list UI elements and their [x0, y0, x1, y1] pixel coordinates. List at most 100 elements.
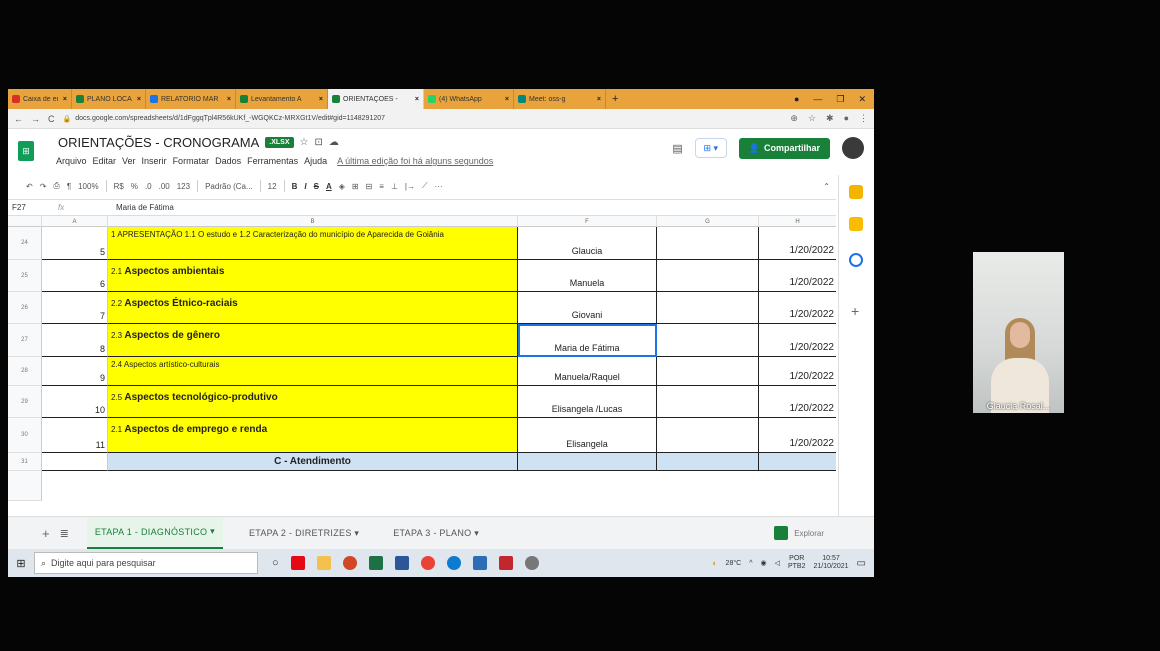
- more-icon[interactable]: ···: [435, 182, 443, 191]
- row-header[interactable]: 26: [8, 292, 42, 324]
- cell-number[interactable]: 9: [42, 357, 108, 386]
- wrap-icon[interactable]: |→: [405, 182, 415, 191]
- new-tab-button[interactable]: +: [606, 93, 624, 105]
- increase-decimal-button[interactable]: .00: [159, 182, 170, 191]
- cell-topic[interactable]: 2.1 Aspectos ambientais: [108, 260, 518, 292]
- row-header[interactable]: 31: [8, 453, 42, 471]
- cell-empty[interactable]: [657, 418, 759, 453]
- redo-icon[interactable]: ↷: [40, 182, 47, 191]
- comment-history-icon[interactable]: ▤: [672, 142, 682, 155]
- last-edit-link[interactable]: A última edição foi há alguns segundos: [337, 156, 493, 166]
- italic-icon[interactable]: I: [304, 182, 306, 191]
- minimize-icon[interactable]: —: [813, 94, 822, 105]
- present-button[interactable]: ⊞ ▾: [694, 138, 727, 158]
- browser-menu-icon[interactable]: ⋮: [859, 113, 868, 124]
- text-color-icon[interactable]: A: [326, 182, 332, 191]
- merge-cells-icon[interactable]: ⊟: [366, 182, 373, 191]
- cell-topic[interactable]: 2.5 Aspectos tecnológico-produtivo: [108, 386, 518, 418]
- cell-number[interactable]: 10: [42, 386, 108, 418]
- cell-topic[interactable]: 2.4 Aspectos artístico-culturais: [108, 357, 518, 386]
- cell-topic[interactable]: 1 APRESENTAÇÃO 1.1 O estudo e 1.2 Caract…: [108, 227, 518, 260]
- cell-topic[interactable]: 2.2 Aspectos Étnico-raciais: [108, 292, 518, 324]
- print-icon[interactable]: ⎙: [53, 181, 59, 191]
- bold-icon[interactable]: B: [292, 182, 298, 191]
- cell-date[interactable]: 1/20/2022: [759, 292, 836, 324]
- row-header[interactable]: 30: [8, 418, 42, 453]
- browser-tab[interactable]: Levantamento A ×: [236, 89, 328, 109]
- add-addon-icon[interactable]: +: [851, 303, 859, 319]
- menu-item[interactable]: Inserir: [142, 156, 167, 166]
- restore-icon[interactable]: ❐: [836, 94, 844, 105]
- taskbar-search-input[interactable]: ⌕ Digite aqui para pesquisar: [34, 552, 258, 574]
- zoom-icon[interactable]: ⊕: [790, 113, 798, 124]
- cell-number[interactable]: 5: [42, 227, 108, 260]
- column-header[interactable]: F: [518, 216, 657, 227]
- url-field[interactable]: 🔒 docs.google.com/spreadsheets/d/1dFggqT…: [63, 115, 783, 123]
- powerpoint-icon[interactable]: [342, 556, 357, 570]
- star-icon[interactable]: ☆: [300, 137, 309, 148]
- percent-button[interactable]: %: [131, 182, 138, 191]
- font-select[interactable]: Padrão (Ca...: [205, 182, 253, 191]
- cell-responsible[interactable]: Elisangela: [518, 418, 657, 453]
- menu-item[interactable]: Editar: [93, 156, 117, 166]
- cell-date[interactable]: 1/20/2022: [759, 357, 836, 386]
- cell-empty[interactable]: [657, 357, 759, 386]
- collapse-menu-icon[interactable]: ⌃: [823, 182, 836, 191]
- cell-number[interactable]: 7: [42, 292, 108, 324]
- chrome-profile-icon[interactable]: [524, 556, 539, 570]
- cell-responsible[interactable]: Maria de Fátima: [518, 324, 657, 357]
- profile-avatar-icon[interactable]: ●: [844, 113, 849, 124]
- zoom-select[interactable]: 100%: [78, 182, 98, 191]
- section-header[interactable]: C - Atendimento: [108, 453, 518, 471]
- cell-empty[interactable]: [657, 453, 759, 471]
- cell-empty[interactable]: [657, 292, 759, 324]
- cell-responsible[interactable]: Elisangela /Lucas: [518, 386, 657, 418]
- move-folder-icon[interactable]: ⊡: [314, 137, 322, 148]
- close-tab-icon[interactable]: ×: [227, 96, 231, 103]
- more-formats-button[interactable]: 123: [177, 182, 190, 191]
- cell-topic[interactable]: 2.3 Aspectos de gênero: [108, 324, 518, 357]
- weather-temp[interactable]: 28°C: [726, 560, 742, 567]
- doc-title[interactable]: ORIENTAÇÕES - CRONOGRAMA: [58, 135, 259, 150]
- menu-item[interactable]: Arquivo: [56, 156, 87, 166]
- column-header[interactable]: G: [657, 216, 759, 227]
- cell-empty[interactable]: [657, 324, 759, 357]
- cortana-icon[interactable]: ○: [272, 557, 279, 569]
- fill-color-icon[interactable]: ◈: [339, 182, 345, 191]
- language-indicator[interactable]: POR PTB2: [788, 555, 806, 571]
- cell-date[interactable]: 1/20/2022: [759, 418, 836, 453]
- close-tab-icon[interactable]: ×: [63, 96, 67, 103]
- column-header[interactable]: H: [759, 216, 836, 227]
- cell-date[interactable]: 1/20/2022: [759, 324, 836, 357]
- cell-empty[interactable]: [657, 227, 759, 260]
- formula-input[interactable]: Maria de Fátima: [116, 203, 174, 212]
- rotate-icon[interactable]: ⟋: [422, 181, 428, 191]
- volume-icon[interactable]: ◁: [775, 559, 780, 567]
- notifications-icon[interactable]: ▭: [857, 558, 866, 569]
- close-tab-icon[interactable]: ×: [505, 96, 509, 103]
- row-header[interactable]: 25: [8, 260, 42, 292]
- align-icon[interactable]: ≡: [379, 182, 384, 191]
- participant-video-tile[interactable]: Glaucia Rosal...: [973, 252, 1064, 413]
- cell-empty[interactable]: [518, 453, 657, 471]
- browser-tab[interactable]: ORIENTAÇÕES - ×: [328, 89, 424, 109]
- reload-icon[interactable]: C: [48, 114, 55, 124]
- calendar-icon[interactable]: [849, 185, 863, 199]
- cell-date[interactable]: 1/20/2022: [759, 227, 836, 260]
- cell-empty[interactable]: [657, 386, 759, 418]
- close-window-icon[interactable]: ✕: [858, 94, 866, 105]
- cell-number[interactable]: 6: [42, 260, 108, 292]
- close-tab-icon[interactable]: ×: [319, 96, 323, 103]
- netflix-icon[interactable]: [290, 556, 305, 570]
- column-header[interactable]: B: [108, 216, 518, 227]
- file-explorer-icon[interactable]: [316, 556, 331, 570]
- browser-tab[interactable]: PLANO LOCAL D ×: [72, 89, 146, 109]
- borders-icon[interactable]: ⊞: [352, 182, 359, 191]
- menu-item[interactable]: Ajuda: [304, 156, 327, 166]
- close-tab-icon[interactable]: ×: [415, 96, 419, 103]
- network-icon[interactable]: ◉: [760, 559, 766, 567]
- strikethrough-icon[interactable]: S: [314, 182, 319, 191]
- forward-icon[interactable]: →: [31, 114, 40, 124]
- sheet-tab-etapa-1[interactable]: ETAPA 1 - DIAGNÓSTICO ▾: [86, 516, 223, 550]
- cell-date[interactable]: 1/20/2022: [759, 386, 836, 418]
